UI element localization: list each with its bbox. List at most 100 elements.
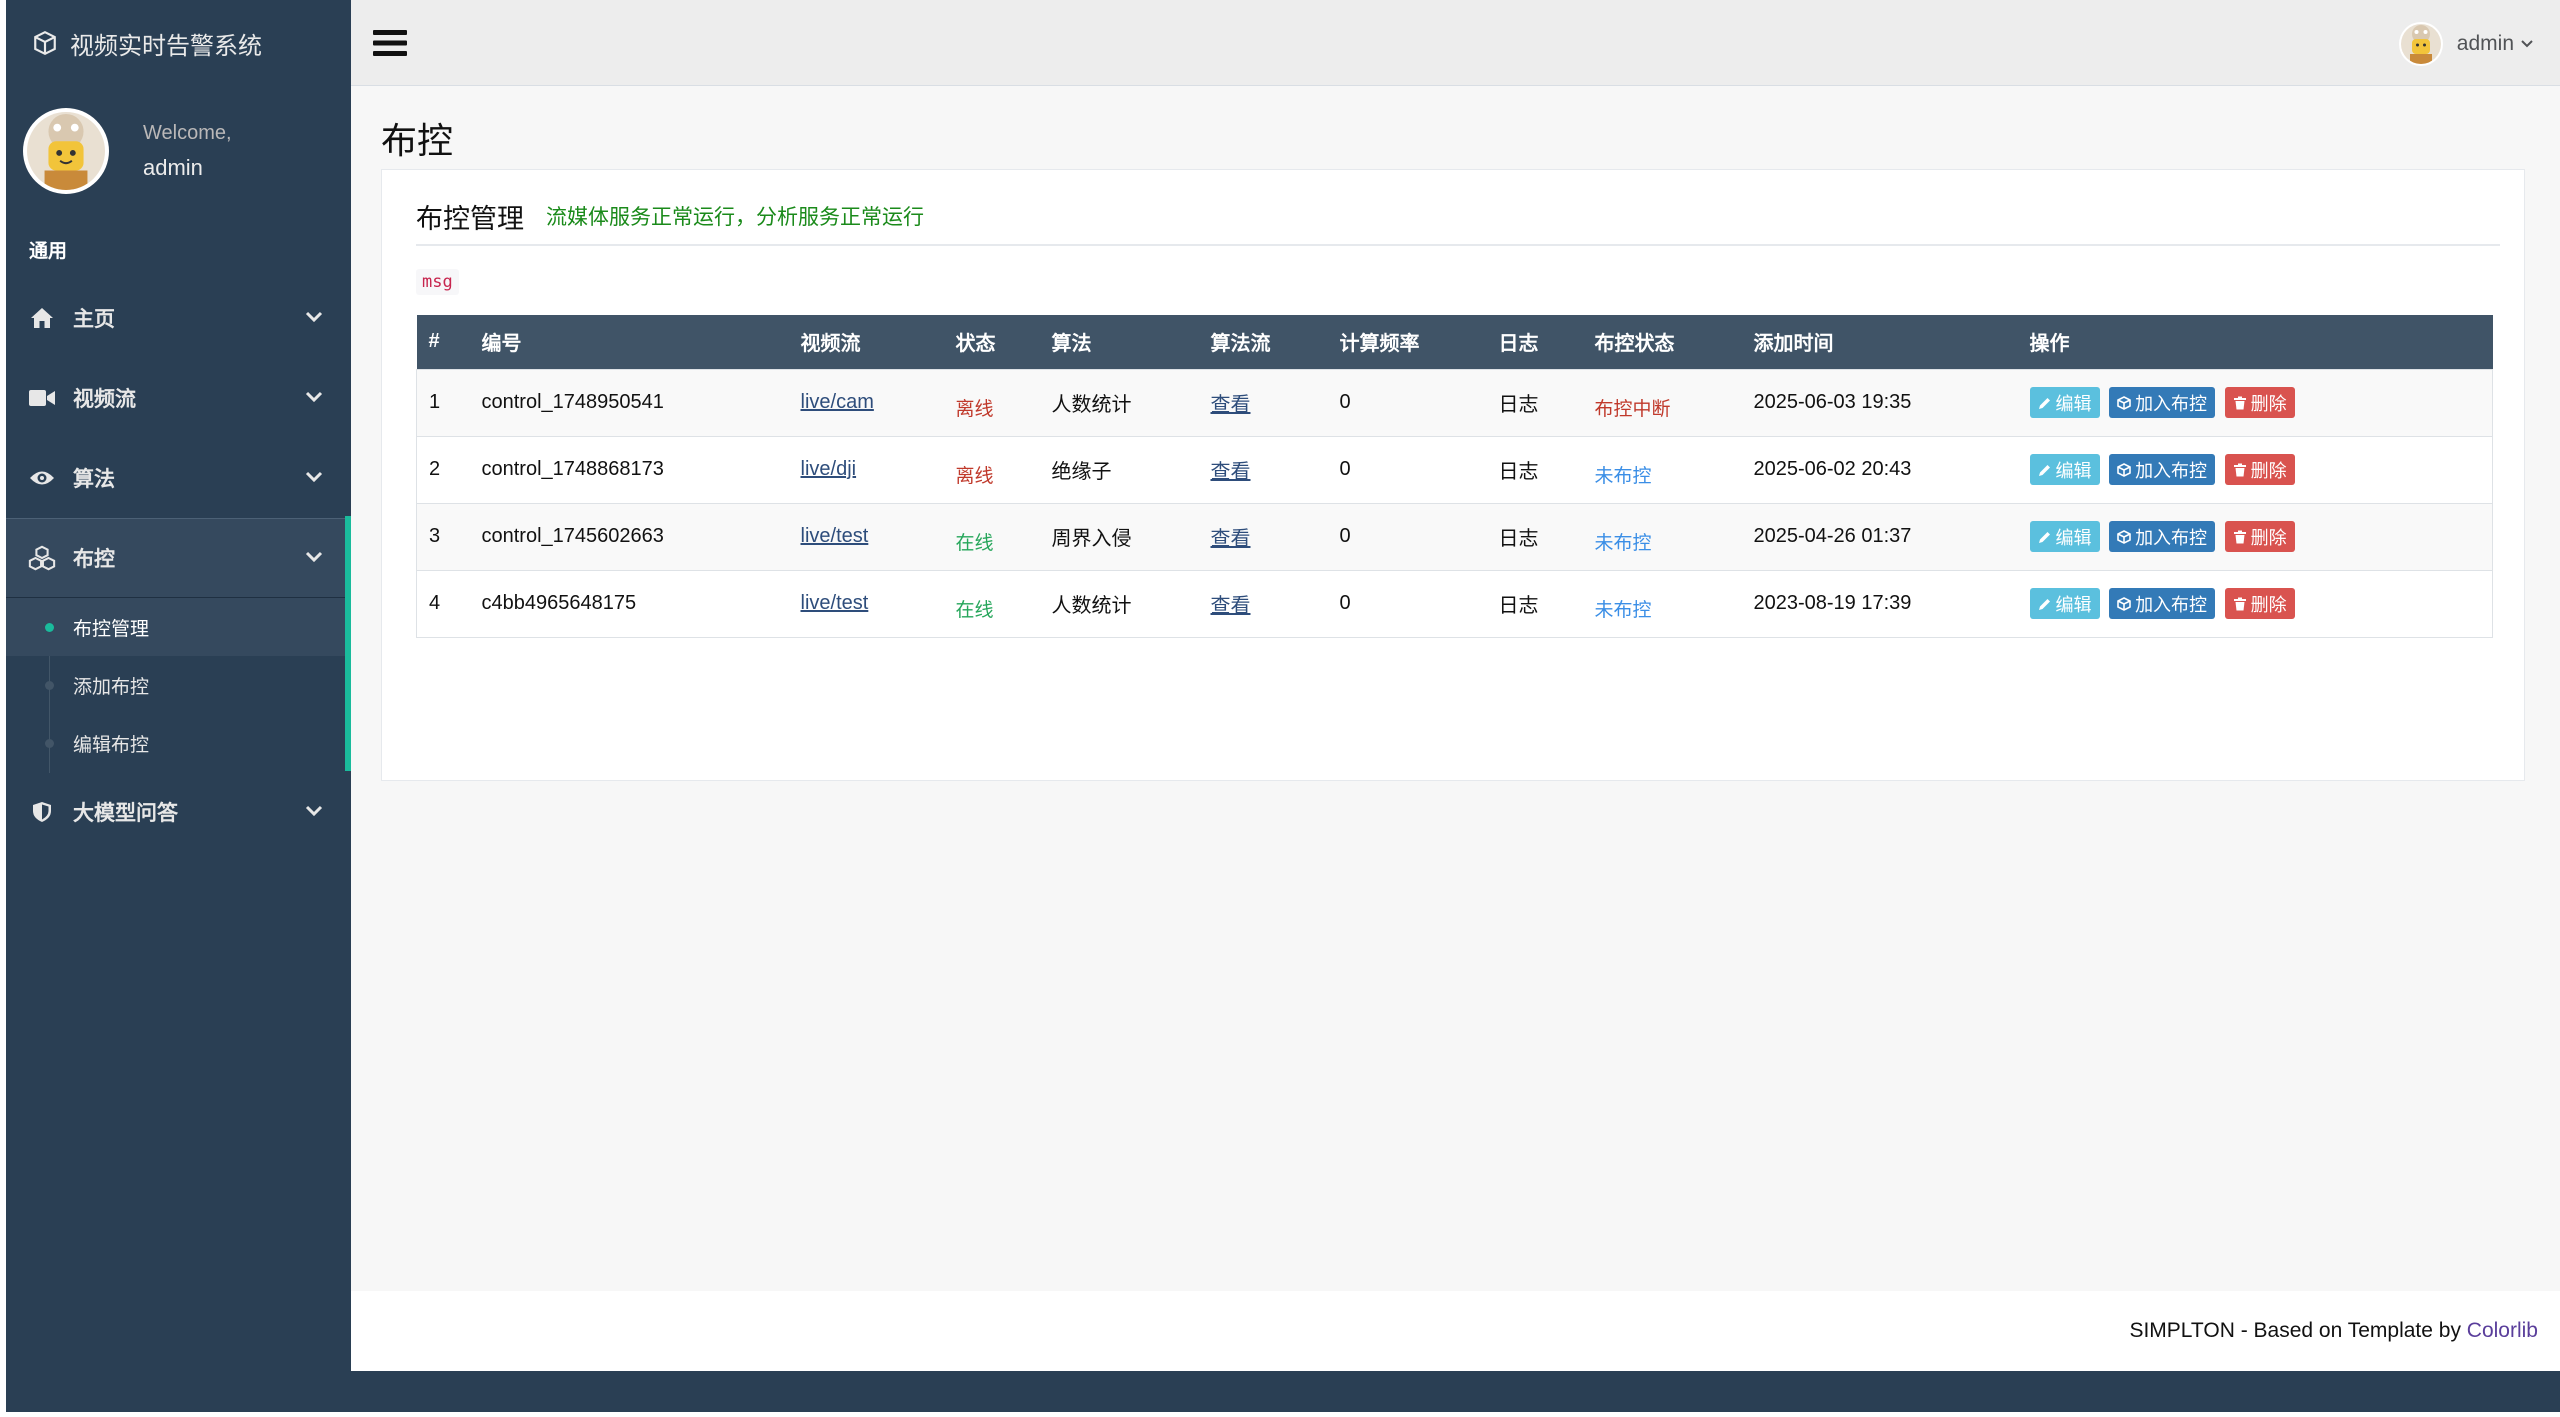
- sidebar-item-label: 大模型问答: [73, 802, 178, 825]
- edit-button[interactable]: 编辑: [2029, 588, 2100, 619]
- bullet-dot-icon: [45, 739, 54, 748]
- add-control-button-label: 加入布控: [2135, 527, 2208, 548]
- delete-button[interactable]: 删除: [2224, 588, 2295, 619]
- cube-icon: [2117, 596, 2131, 611]
- add-control-button[interactable]: 加入布控: [2109, 521, 2216, 552]
- cube-icon: [2117, 529, 2131, 544]
- cell-state: 离线: [944, 369, 1040, 436]
- view-algo-stream-link[interactable]: 查看: [1211, 394, 1251, 416]
- welcome-text: Welcome,: [143, 121, 232, 144]
- add-control-button-label: 加入布控: [2135, 393, 2208, 414]
- cell-algorithm: 绝缘子: [1051, 461, 1112, 483]
- cell-index: 2: [429, 458, 441, 480]
- service-status: 流媒体服务正常运行，分析服务正常运行: [546, 206, 924, 229]
- menu-toggle-icon[interactable]: [373, 28, 407, 58]
- sidebar-item-llm-qa[interactable]: 大模型问答: [6, 772, 351, 852]
- delete-button[interactable]: 删除: [2224, 454, 2295, 485]
- add-control-button[interactable]: 加入布控: [2109, 387, 2216, 418]
- delete-button[interactable]: 删除: [2224, 521, 2295, 552]
- top-username: admin: [2456, 32, 2514, 55]
- msg-code: msg: [416, 269, 459, 295]
- cell-actions: 编辑 加入布控 删除: [2018, 503, 2493, 570]
- colorlib-link[interactable]: Colorlib: [2467, 1319, 2538, 1342]
- avatar: [23, 108, 109, 194]
- sidebar-subitem-add-control[interactable]: 添加布控: [6, 656, 351, 714]
- chevron-down-icon: [2521, 40, 2533, 48]
- cell-algo-stream: 查看: [1199, 369, 1328, 436]
- log-link[interactable]: 日志: [1499, 461, 1539, 483]
- stream-link[interactable]: live/test: [801, 592, 869, 614]
- cell-frequency: 0: [1339, 592, 1351, 614]
- col-stream: 视频流: [800, 333, 861, 356]
- chevron-down-icon: [305, 471, 323, 483]
- col-actions: 操作: [2029, 333, 2070, 356]
- table-row: 2 control_1748868173 live/dji 离线 绝缘子 查看 …: [416, 436, 2493, 503]
- view-algo-stream-link[interactable]: 查看: [1211, 595, 1251, 617]
- cube-icon: [2117, 462, 2131, 477]
- table-row: 4 c4bb4965648175 live/test 在线 人数统计 查看 0 …: [416, 570, 2493, 637]
- edit-button-label: 编辑: [2055, 594, 2092, 615]
- view-algo-stream-link[interactable]: 查看: [1211, 461, 1251, 483]
- add-control-button[interactable]: 加入布控: [2109, 588, 2216, 619]
- cell-stream: live/test: [789, 570, 944, 637]
- sidebar-item-control[interactable]: 布控: [6, 518, 351, 598]
- control-submenu: 布控管理 添加布控 编辑布控: [6, 598, 351, 773]
- brand[interactable]: 视频实时告警系统: [6, 0, 351, 86]
- chevron-down-icon: [305, 551, 323, 563]
- add-control-button-label: 加入布控: [2135, 594, 2208, 615]
- profile-username: admin: [143, 154, 203, 180]
- sidebar-item-algorithm[interactable]: 算法: [6, 438, 351, 518]
- main-content: 布控 布控管理 流媒体服务正常运行，分析服务正常运行 msg # 编号 视频流 …: [351, 86, 2560, 1291]
- cube-icon: [2117, 395, 2131, 410]
- cell-algo-stream: 查看: [1199, 436, 1328, 503]
- stream-link[interactable]: live/dji: [801, 458, 857, 480]
- cell-code: control_1745602663: [481, 525, 664, 547]
- stream-link[interactable]: live/test: [801, 525, 869, 547]
- bottom-bar: [351, 1371, 2560, 1412]
- cell-stream: live/test: [789, 503, 944, 570]
- table-header-row: # 编号 视频流 状态 算法 算法流 计算频率 日志 布控状态 添加时间 操作: [416, 315, 2493, 369]
- cell-actions: 编辑 加入布控 删除: [2018, 436, 2493, 503]
- edit-button[interactable]: 编辑: [2029, 521, 2100, 552]
- add-control-button[interactable]: 加入布控: [2109, 454, 2216, 485]
- delete-button[interactable]: 删除: [2224, 387, 2295, 418]
- log-link[interactable]: 日志: [1499, 528, 1539, 550]
- col-frequency: 计算频率: [1339, 333, 1420, 356]
- add-control-button-label: 加入布控: [2135, 460, 2208, 481]
- sidebar-subitem-control-management[interactable]: 布控管理: [6, 598, 351, 656]
- cell-actions: 编辑 加入布控 删除: [2018, 570, 2493, 637]
- control-state-badge: 未布控: [1594, 533, 1652, 554]
- log-link[interactable]: 日志: [1499, 595, 1539, 617]
- log-link[interactable]: 日志: [1499, 394, 1539, 416]
- cell-added-time: 2025-04-26 01:37: [1753, 525, 1912, 547]
- sidebar-item-video-stream[interactable]: 视频流: [6, 358, 351, 438]
- bullet-dot-icon: [45, 623, 54, 632]
- eye-icon: [28, 466, 56, 490]
- top-navigation: admin: [351, 0, 2560, 86]
- view-algo-stream-link[interactable]: 查看: [1211, 528, 1251, 550]
- delete-button-label: 删除: [2250, 460, 2287, 481]
- cell-code: control_1748950541: [481, 391, 664, 413]
- delete-button-label: 删除: [2250, 594, 2287, 615]
- col-log: 日志: [1498, 333, 1539, 356]
- control-state-badge: 未布控: [1594, 600, 1652, 621]
- sidebar-subitem-edit-control[interactable]: 编辑布控: [6, 714, 351, 772]
- cell-control-state: 未布控: [1583, 570, 1742, 637]
- user-dropdown[interactable]: admin: [2398, 22, 2534, 66]
- trash-icon: [2233, 530, 2246, 543]
- col-control-state: 布控状态: [1594, 333, 1675, 356]
- video-camera-icon: [28, 386, 56, 410]
- sidebar: 视频实时告警系统 Welcome, admin 通用 主页 视频流 算法 布控: [6, 0, 351, 1412]
- edit-button[interactable]: 编辑: [2029, 454, 2100, 485]
- sidebar-item-home[interactable]: 主页: [6, 278, 351, 358]
- sidebar-item-label: 主页: [73, 308, 115, 331]
- edit-button-label: 编辑: [2055, 527, 2092, 548]
- cell-state: 在线: [944, 503, 1040, 570]
- stream-link[interactable]: live/cam: [801, 391, 874, 413]
- profile: Welcome, admin: [6, 86, 351, 216]
- cell-index: 4: [429, 592, 441, 614]
- footer: SIMPLTON - Based on Template by Colorlib: [351, 1291, 2560, 1371]
- edit-button[interactable]: 编辑: [2029, 387, 2100, 418]
- pencil-icon: [2038, 464, 2050, 476]
- menu-section-title: 通用: [29, 241, 68, 262]
